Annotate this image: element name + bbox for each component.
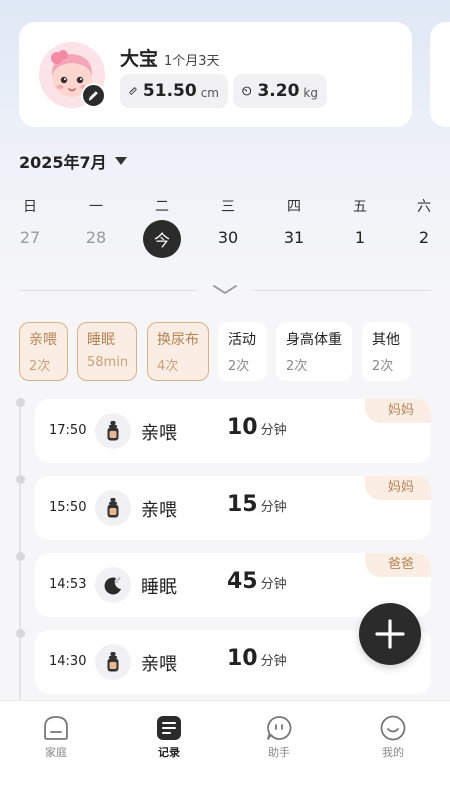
chip-title: 身高体重: [286, 332, 342, 348]
weight-metric[interactable]: 3.20 kg: [233, 74, 327, 108]
bottle-icon: [107, 421, 119, 441]
timeline-dot: [16, 475, 25, 484]
add-record-button[interactable]: [359, 603, 421, 665]
plus-icon: [375, 619, 405, 649]
chip-count: 2次: [29, 359, 51, 374]
ruler-icon: [129, 87, 137, 95]
svg-text:z: z: [118, 576, 121, 582]
bottle-icon: [107, 652, 119, 672]
bottom-tab-bar: 家庭 记录 助手 我的: [0, 700, 450, 800]
weekday-label: 四: [287, 199, 301, 215]
scale-gauge-icon: [242, 86, 252, 96]
height-value: 51.50: [142, 81, 197, 101]
record-time: 14:53: [49, 577, 87, 592]
timeline-dot: [16, 398, 25, 407]
timeline-line: [19, 400, 21, 700]
chat-icon: [267, 716, 292, 740]
chip-title: 活动: [228, 332, 256, 348]
caret-down-icon: [114, 157, 127, 165]
month-label: 2025年7月: [19, 153, 107, 172]
weekday-label: 二: [155, 199, 169, 215]
date-cell-today[interactable]: 今: [143, 220, 181, 258]
tab-label: 家庭: [45, 746, 67, 759]
record-value: 45 分钟: [227, 569, 287, 594]
record-type: 亲喂: [141, 423, 177, 444]
next-profile-card[interactable]: [430, 22, 450, 127]
pencil-icon: [88, 91, 98, 101]
weight-value: 3.20: [257, 81, 300, 101]
tab-family[interactable]: 家庭: [26, 715, 86, 760]
chip-count: 4次: [157, 359, 179, 374]
weight-unit: kg: [303, 85, 318, 100]
category-chip-diaper[interactable]: 换尿布 4次: [147, 322, 209, 381]
date-cell[interactable]: 30: [208, 228, 248, 247]
record-type: 亲喂: [141, 654, 177, 675]
timeline-dot: [16, 552, 25, 561]
record-item[interactable]: 15:50 亲喂 15 分钟 妈妈: [35, 476, 431, 540]
timeline-dot: [16, 629, 25, 638]
chip-count: 58min: [87, 355, 129, 370]
date-cell[interactable]: 31: [274, 228, 314, 247]
date-cell[interactable]: 1: [340, 228, 380, 247]
expand-calendar-toggle[interactable]: [19, 282, 431, 298]
tab-label: 助手: [268, 746, 290, 759]
chip-count: 2次: [286, 359, 308, 374]
category-chip-growth[interactable]: 身高体重 2次: [276, 322, 352, 381]
bottle-icon: [107, 498, 119, 518]
category-chip-feeding[interactable]: 亲喂 2次: [19, 322, 68, 381]
chip-title: 换尿布: [157, 332, 199, 348]
chip-count: 2次: [228, 359, 250, 374]
chip-title: 其他: [372, 332, 400, 348]
category-chip-other[interactable]: 其他 2次: [362, 322, 411, 381]
height-metric[interactable]: 51.50 cm: [120, 74, 228, 108]
date-cell[interactable]: 27: [10, 228, 50, 247]
weekday-header: 日 一 二 三 四 五 六: [0, 196, 450, 215]
category-chip-sleep[interactable]: 睡眠 58min: [77, 322, 137, 381]
tab-label: 我的: [382, 746, 404, 759]
tab-label: 记录: [158, 746, 180, 759]
divider: [19, 290, 197, 291]
chip-count: 2次: [372, 359, 394, 374]
record-value: 10 分钟: [227, 415, 287, 440]
weekday-label: 一: [89, 199, 103, 215]
chevron-down-icon: [213, 285, 237, 294]
weekday-label: 五: [353, 199, 367, 215]
caregiver-tag: 妈妈: [365, 476, 431, 500]
moon-icon: z z: [104, 576, 121, 595]
caregiver-tag: 妈妈: [365, 399, 431, 423]
notes-icon: [157, 716, 181, 740]
baby-name: 大宝: [120, 48, 159, 70]
tab-records[interactable]: 记录: [139, 715, 199, 760]
date-cell[interactable]: 2: [404, 228, 444, 247]
record-value: 10 分钟: [227, 646, 287, 671]
smile-face-icon: [380, 715, 406, 741]
home-icon: [44, 716, 68, 740]
height-unit: cm: [200, 85, 219, 100]
weekday-label: 三: [221, 199, 235, 215]
record-time: 14:30: [49, 654, 87, 669]
weekday-label: 六: [417, 199, 431, 215]
tab-profile[interactable]: 我的: [363, 715, 423, 760]
category-chip-activity[interactable]: 活动 2次: [218, 322, 267, 381]
caregiver-tag: 爸爸: [365, 553, 431, 577]
record-time: 17:50: [49, 423, 87, 438]
record-value: 15 分钟: [227, 492, 287, 517]
divider: [253, 290, 431, 291]
edit-avatar-button[interactable]: [81, 83, 106, 108]
tab-assistant[interactable]: 助手: [249, 715, 309, 760]
baby-profile-card[interactable]: 大宝 1个月3天 51.50 cm 3.20 kg: [19, 22, 412, 127]
week-dates: 27 28 30 31 1 2: [0, 220, 450, 258]
weekday-label: 日: [23, 199, 37, 215]
date-cell[interactable]: 28: [76, 228, 116, 247]
chip-title: 睡眠: [87, 332, 115, 348]
record-item[interactable]: 17:50 亲喂 10 分钟 妈妈: [35, 399, 431, 463]
baby-age: 1个月3天: [164, 54, 220, 69]
record-type: 睡眠: [141, 577, 177, 598]
record-time: 15:50: [49, 500, 87, 515]
record-type: 亲喂: [141, 500, 177, 521]
chip-title: 亲喂: [29, 332, 57, 348]
month-picker[interactable]: 2025年7月: [19, 149, 127, 173]
